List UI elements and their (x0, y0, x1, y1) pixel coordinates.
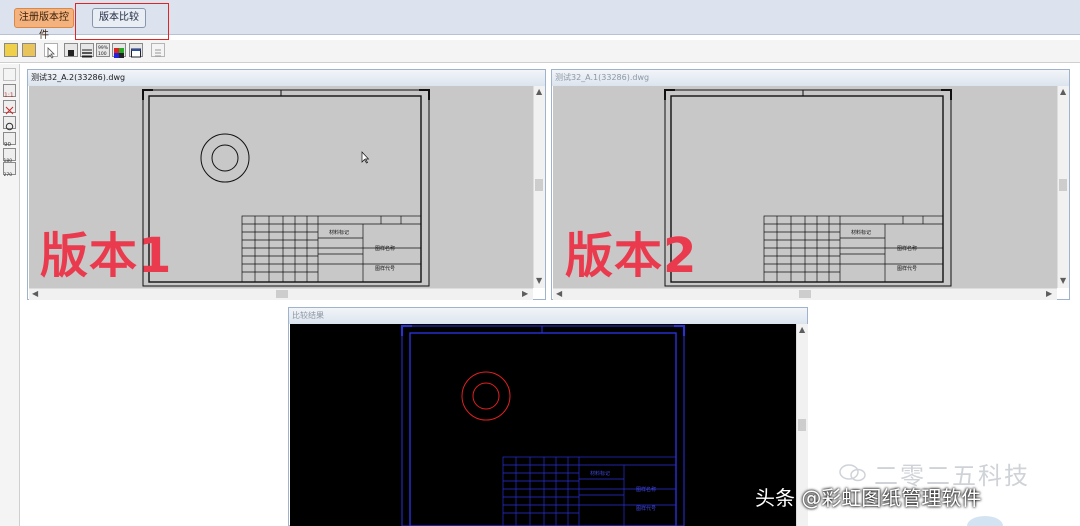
zoom-fit-icon[interactable]: 1:1 (3, 84, 16, 99)
scroll-thumb[interactable] (798, 419, 806, 431)
version2-label: 版本2 (565, 228, 698, 284)
scroll-thumb[interactable] (535, 179, 543, 191)
wechat-icon (839, 464, 866, 482)
pointer-icon[interactable] (44, 43, 58, 59)
version2-vscroll[interactable]: ▲ ▼ (1057, 86, 1069, 288)
result-panel[interactable]: 比较结果 材料标记 图样名称 图样代号 ▲ (288, 307, 808, 526)
version2-drawing-code: 图样代号 (897, 265, 917, 272)
scroll-right-icon[interactable]: ▶ (522, 289, 528, 299)
result-drawing[interactable]: 材料标记 图样名称 图样代号 (290, 324, 796, 526)
scroll-right-icon[interactable]: ▶ (1046, 289, 1052, 299)
scroll-thumb[interactable] (276, 290, 288, 298)
layer-icon[interactable] (64, 43, 78, 57)
color-block-icon[interactable] (112, 43, 126, 58)
result-material-mark: 材料标记 (590, 470, 610, 477)
print-icon[interactable] (3, 68, 16, 81)
version1-title: 测试32_A.2(33286).dwg (28, 70, 545, 86)
lineweight-icon[interactable] (80, 43, 94, 58)
rotate-180-icon[interactable]: 180 (3, 148, 16, 164)
rotate-270-icon[interactable]: 270 (3, 162, 16, 178)
side-toolbar: 1:1 90 180 270 (0, 64, 20, 526)
version1-label: 版本1 (40, 228, 173, 284)
zoom-extent-icon[interactable] (3, 100, 16, 115)
register-control-button[interactable]: 注册版本控件 (14, 8, 74, 41)
footer-caption: 头条 @彩虹图纸管理软件 (755, 486, 982, 510)
properties-icon[interactable] (151, 43, 165, 57)
version2-hscroll[interactable]: ◀ ▶ (553, 288, 1057, 300)
version1-drawing-name: 图样名称 (375, 245, 395, 252)
scroll-down-icon[interactable]: ▼ (1060, 276, 1066, 286)
scroll-up-icon[interactable]: ▲ (1060, 87, 1066, 97)
svg-text:1:1: 1:1 (4, 92, 14, 99)
scroll-down-icon[interactable]: ▼ (536, 276, 542, 286)
zoom-percent-icon[interactable]: 99% 100 (96, 43, 110, 57)
scroll-thumb[interactable] (799, 290, 811, 298)
open-file-icon[interactable] (22, 43, 36, 57)
version2-drawing-name: 图样名称 (897, 245, 917, 252)
scroll-up-icon[interactable]: ▲ (799, 325, 805, 335)
highlight-box (75, 3, 169, 40)
svg-text:100: 100 (98, 51, 107, 56)
scroll-left-icon[interactable]: ◀ (556, 289, 562, 299)
scroll-up-icon[interactable]: ▲ (536, 87, 542, 97)
toolbar: 99% 100 (0, 40, 1080, 63)
result-drawing-code: 图样代号 (636, 505, 656, 512)
version1-hscroll[interactable]: ◀ ▶ (29, 288, 533, 300)
result-drawing-name: 图样名称 (636, 486, 656, 493)
scroll-thumb[interactable] (1059, 179, 1067, 191)
decorative-arc (967, 516, 1003, 526)
window-icon[interactable] (129, 43, 143, 58)
version1-drawing-code: 图样代号 (375, 265, 395, 272)
svg-text:99%: 99% (98, 45, 109, 51)
version2-material-mark: 材料标记 (851, 229, 871, 236)
scroll-left-icon[interactable]: ◀ (32, 289, 38, 299)
svg-text:270: 270 (4, 172, 12, 178)
version2-title: 测试32_A.1(33286).dwg (552, 70, 1069, 86)
version1-material-mark: 材料标记 (329, 229, 349, 236)
version1-vscroll[interactable]: ▲ ▼ (533, 86, 545, 288)
rotate-90-icon[interactable]: 90 (3, 132, 16, 148)
open-folder-icon[interactable] (4, 43, 18, 57)
rotate-icon[interactable] (3, 116, 16, 131)
result-title: 比较结果 (289, 308, 807, 324)
